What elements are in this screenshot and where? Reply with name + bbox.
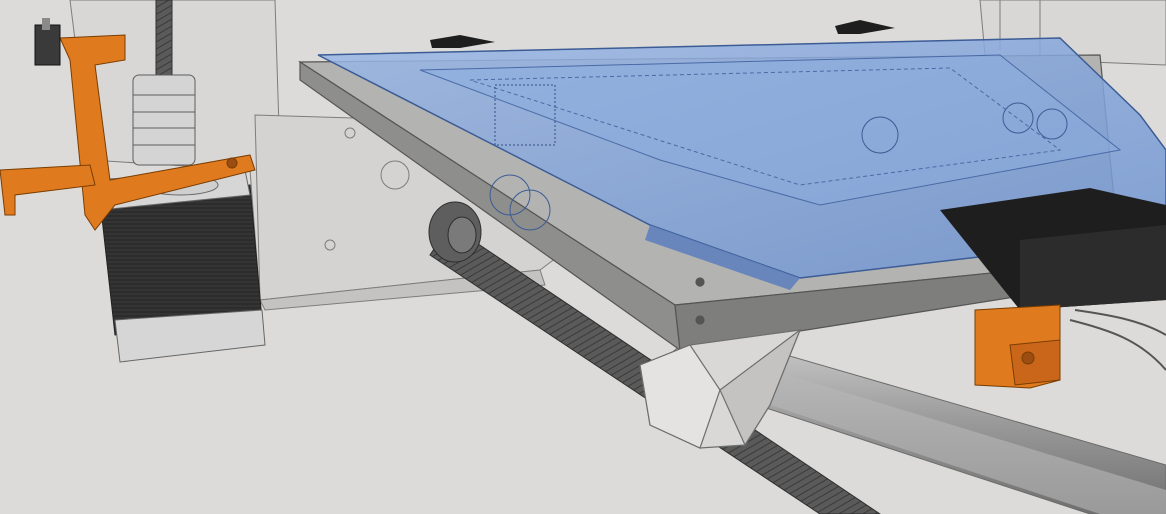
coupler xyxy=(132,74,196,166)
cad-scene xyxy=(0,0,1166,514)
cad-viewport[interactable] xyxy=(0,0,1166,514)
z-lead-screw xyxy=(155,0,173,81)
rod-nut xyxy=(428,201,482,263)
endstop-switch xyxy=(34,18,61,66)
orange-bracket-right xyxy=(974,304,1061,389)
